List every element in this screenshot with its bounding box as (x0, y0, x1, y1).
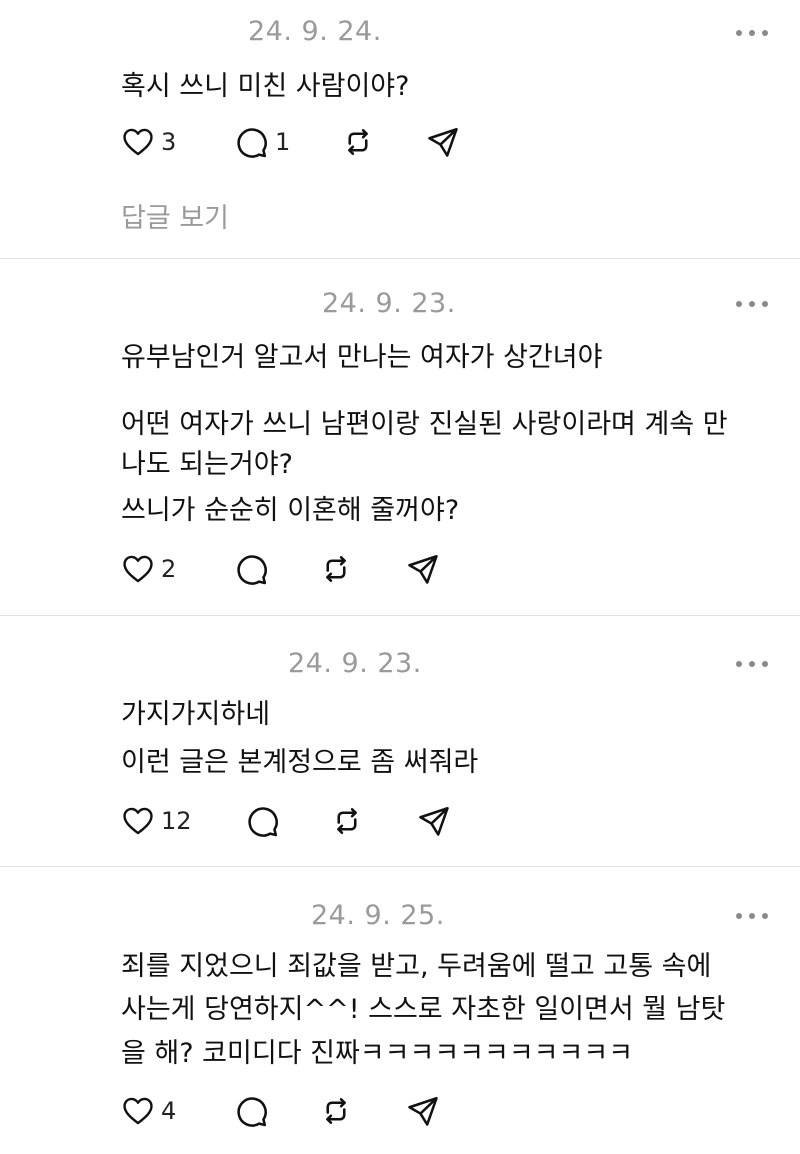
more-options-icon[interactable] (736, 911, 768, 921)
send-icon (408, 554, 438, 584)
send-icon (408, 1096, 438, 1126)
divider (0, 615, 800, 616)
like-button[interactable]: 12 (121, 801, 192, 841)
like-button[interactable]: 4 (121, 1091, 176, 1131)
post-date: 24. 9. 23. (288, 648, 422, 679)
comment-button[interactable] (233, 549, 269, 589)
comment-bubble-icon (248, 807, 278, 837)
comment-bubble-icon (237, 1097, 267, 1127)
divider (0, 258, 800, 259)
send-icon (428, 127, 458, 157)
comment-button[interactable] (233, 1091, 269, 1131)
repost-button[interactable] (329, 801, 365, 841)
comment-count: 1 (275, 128, 291, 156)
comment-button[interactable]: 1 (233, 122, 290, 162)
post-text-line: 을 해? 코미디다 진짜ㅋㅋㅋㅋㅋㅋㅋㅋㅋㅋㅋ (121, 1038, 634, 1069)
share-button[interactable] (405, 549, 441, 589)
post-text-line: 나도 되는거야? (121, 449, 293, 480)
send-icon (419, 806, 449, 836)
view-replies-link[interactable]: 답글 보기 (121, 196, 229, 235)
share-button[interactable] (425, 122, 461, 162)
like-button[interactable]: 3 (121, 122, 176, 162)
post-date: 24. 9. 24. (248, 16, 382, 47)
repost-icon (348, 129, 368, 155)
post-text-line: 쓰니가 순순히 이혼해 줄꺼야? (121, 495, 460, 526)
repost-icon (326, 1098, 346, 1124)
share-button[interactable] (416, 801, 452, 841)
like-count: 12 (161, 807, 192, 835)
post-text-line: 혹시 쓰니 미친 사람이야? (121, 71, 410, 102)
repost-button[interactable] (318, 549, 354, 589)
comment-button[interactable] (244, 801, 280, 841)
like-button[interactable]: 2 (121, 549, 176, 589)
more-options-icon[interactable] (736, 659, 768, 669)
like-count: 4 (161, 1097, 177, 1125)
post-text-line: 어떤 여자가 쓰니 남편이랑 진실된 사랑이라며 계속 만 (121, 409, 728, 440)
post-text-line: 이런 글은 본계정으로 좀 써줘라 (121, 747, 479, 778)
like-count: 3 (161, 128, 177, 156)
heart-icon (123, 807, 153, 835)
divider (0, 866, 800, 867)
post-text-line: 유부남인거 알고서 만나는 여자가 상간녀야 (121, 342, 603, 373)
repost-button[interactable] (318, 1091, 354, 1131)
share-button[interactable] (405, 1091, 441, 1131)
post-date: 24. 9. 23. (322, 288, 456, 319)
heart-icon (123, 555, 153, 583)
more-options-icon[interactable] (736, 28, 768, 38)
comment-bubble-icon (237, 128, 267, 158)
comment-bubble-icon (237, 555, 267, 585)
heart-icon (123, 128, 153, 156)
more-options-icon[interactable] (736, 299, 768, 309)
post-text-line: 가지가지하네 (121, 699, 271, 730)
repost-button[interactable] (340, 122, 376, 162)
post-date: 24. 9. 25. (311, 900, 445, 931)
like-count: 2 (161, 555, 177, 583)
post-text-line: 사는게 당연하지^^! 스스로 자초한 일이면서 뭘 남탓 (121, 994, 726, 1025)
heart-icon (123, 1097, 153, 1125)
post-text-line: 죄를 지었으니 죄값을 받고, 두려움에 떨고 고통 속에 (121, 951, 712, 982)
repost-icon (337, 808, 357, 834)
repost-icon (326, 556, 346, 582)
